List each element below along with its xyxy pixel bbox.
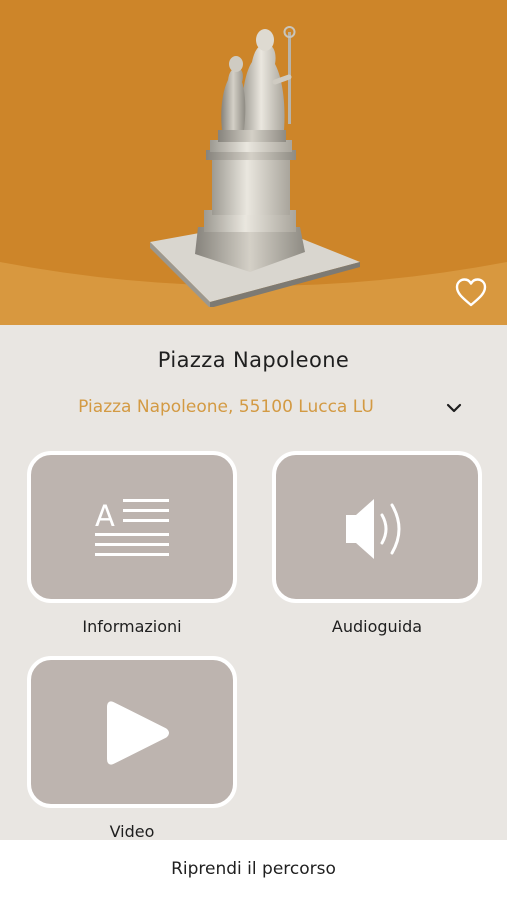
video-tile-button[interactable] (27, 656, 237, 808)
info-tile-label: Informazioni (82, 617, 182, 636)
play-icon (107, 701, 169, 765)
heart-icon[interactable] (454, 276, 488, 310)
text-document-icon: A (95, 499, 169, 556)
statue-image (150, 26, 360, 307)
svg-text:A: A (95, 499, 115, 533)
resume-route-button[interactable]: Riprendi il percorso (0, 840, 507, 900)
chevron-down-icon (446, 403, 462, 413)
speaker-icon (346, 499, 401, 559)
address-dropdown[interactable]: Piazza Napoleone, 55100 Lucca LU (0, 392, 507, 424)
resume-route-label: Riprendi il percorso (171, 859, 336, 879)
page-title: Piazza Napoleone (157, 348, 350, 372)
video-tile-label: Video (109, 822, 155, 841)
info-tile-button[interactable]: A (27, 451, 237, 603)
address-text: Piazza Napoleone, 55100 Lucca LU (78, 397, 374, 417)
audioguide-tile-label: Audioguida (331, 617, 423, 636)
audioguide-tile-button[interactable] (272, 451, 482, 603)
hero-banner (0, 0, 507, 325)
